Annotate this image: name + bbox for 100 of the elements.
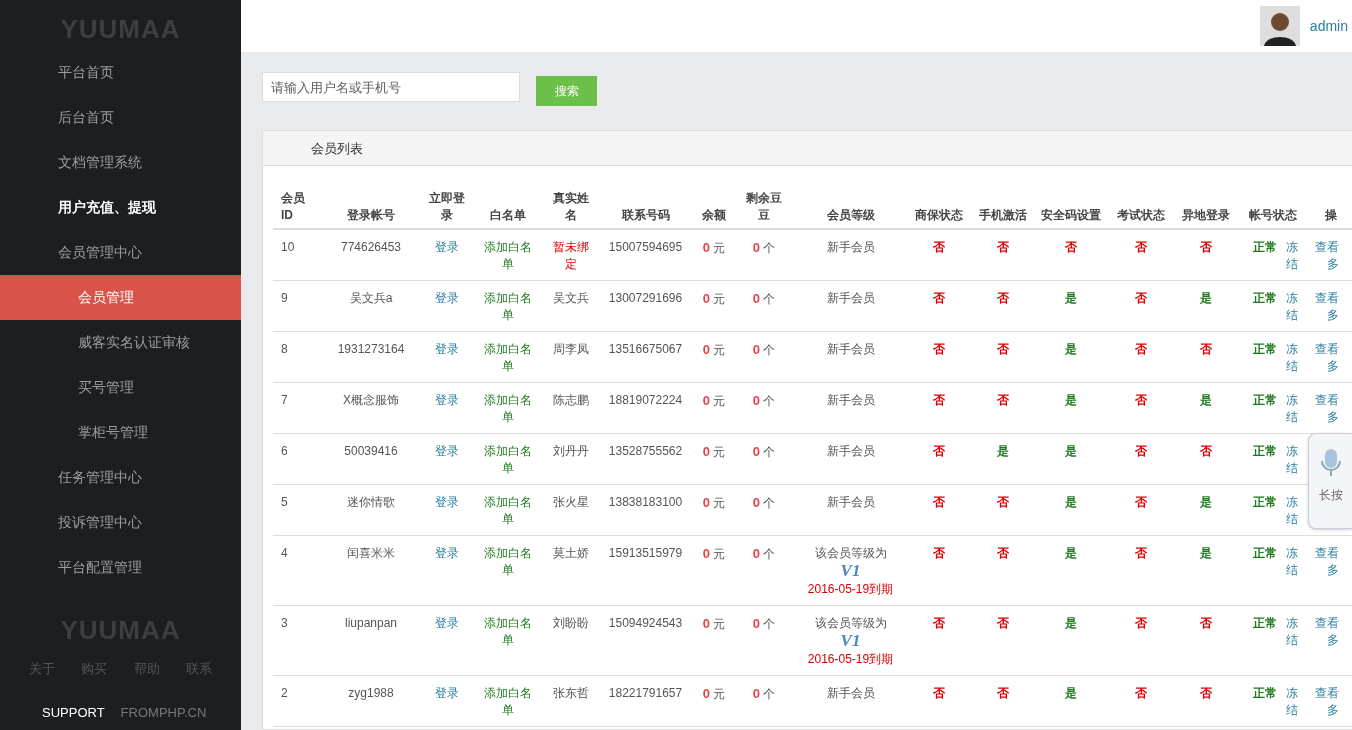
sidebar-item[interactable]: 买号管理	[0, 365, 241, 410]
status-label: 是	[1065, 546, 1077, 560]
freeze-link[interactable]: 冻结	[1286, 443, 1299, 477]
balance-value: 0	[702, 342, 710, 357]
column-header: 会员ID	[281, 191, 305, 222]
whitelist-link[interactable]: 添加白名单	[479, 392, 537, 426]
freeze-link[interactable]: 冻结	[1286, 494, 1299, 528]
table-cell: 吴文兵	[552, 290, 589, 307]
expiry-date: 2016-05-19到期	[806, 651, 895, 668]
view-link[interactable]: 查看	[1315, 290, 1347, 307]
view-link[interactable]: 查看	[1315, 341, 1347, 358]
sidebar-item[interactable]: 平台配置管理	[0, 545, 241, 590]
login-link[interactable]: 登录	[435, 444, 459, 458]
status-label: 否	[933, 444, 945, 458]
login-link[interactable]: 登录	[435, 616, 459, 630]
view-link[interactable]: 查看	[1315, 392, 1347, 409]
freeze-link[interactable]: 冻结	[1286, 341, 1299, 375]
unit-label: 个	[763, 343, 776, 357]
table-cell: 刘丹丹	[552, 443, 589, 460]
status-label: 否	[933, 616, 945, 630]
status-label: 否	[996, 393, 1009, 407]
sidebar-item[interactable]: 会员管理中心	[0, 230, 241, 275]
view-link[interactable]: 多	[1315, 562, 1347, 579]
status-label: 是	[1065, 616, 1077, 630]
view-link[interactable]: 查看	[1315, 239, 1347, 256]
status-label: 是	[1065, 495, 1077, 509]
sidebar-item[interactable]: 威客实名认证审核	[0, 320, 241, 365]
sidebar-item[interactable]: 后台首页	[0, 95, 241, 140]
table-cell: X概念服饰	[343, 393, 399, 407]
table-cell: 10	[281, 240, 295, 254]
status-label: 否	[996, 686, 1009, 700]
whitelist-link[interactable]: 添加白名单	[479, 341, 537, 375]
login-link[interactable]: 登录	[435, 240, 459, 254]
login-link[interactable]: 登录	[435, 686, 459, 700]
sidebar-item[interactable]: 任务管理中心	[0, 455, 241, 500]
voice-widget[interactable]: 长按	[1308, 433, 1352, 529]
freeze-link[interactable]: 冻结	[1286, 615, 1299, 649]
freeze-link[interactable]: 冻结	[1286, 239, 1299, 273]
view-link[interactable]: 查看	[1315, 615, 1347, 632]
column-header: 立即登录	[429, 191, 465, 222]
sidebar-item[interactable]: 会员管理	[0, 275, 241, 320]
table-cell: 5	[281, 495, 288, 509]
unit-label: 个	[763, 241, 776, 255]
freeze-link[interactable]: 冻结	[1286, 290, 1299, 324]
whitelist-link[interactable]: 添加白名单	[479, 685, 537, 719]
view-link[interactable]: 多	[1315, 409, 1347, 426]
sidebar-item[interactable]: 平台首页	[0, 50, 241, 95]
status-label: 否	[1135, 686, 1147, 700]
status-label: 否	[1135, 546, 1147, 560]
microphone-icon	[1319, 448, 1342, 478]
account-status: 正常	[1253, 342, 1277, 356]
user-link[interactable]: admin	[1309, 15, 1348, 37]
column-header: 剩余豆豆	[746, 191, 782, 222]
login-link[interactable]: 登录	[435, 546, 459, 560]
status-label: 否	[996, 342, 1009, 356]
whitelist-link[interactable]: 添加白名单	[479, 290, 537, 324]
freeze-link[interactable]: 冻结	[1286, 545, 1299, 579]
view-link[interactable]: 多	[1315, 702, 1347, 719]
freeze-link[interactable]: 冻结	[1286, 392, 1299, 426]
whitelist-link[interactable]: 添加白名单	[479, 494, 537, 528]
view-link[interactable]: 多	[1315, 307, 1347, 324]
sidebar-item[interactable]: 文档管理系统	[0, 140, 241, 185]
view-link[interactable]: 多	[1315, 256, 1347, 273]
status-label: 是	[1200, 291, 1212, 305]
status-label: 是	[1200, 546, 1212, 560]
freeze-link[interactable]: 冻结	[1286, 685, 1299, 719]
status-label: 否	[933, 393, 945, 407]
status-label: 是	[1200, 495, 1212, 509]
status-label: 否	[1135, 393, 1147, 407]
status-label: 是	[996, 444, 1009, 458]
sidebar-item[interactable]: 投诉管理中心	[0, 500, 241, 545]
view-link[interactable]: 查看	[1315, 685, 1347, 702]
member-level: 新手会员	[826, 686, 875, 700]
status-label: 否	[1135, 240, 1147, 254]
login-link[interactable]: 登录	[435, 393, 459, 407]
view-link[interactable]: 多	[1315, 358, 1347, 375]
site-label: FROMPHP.CN	[120, 703, 207, 722]
search-field[interactable]: 请输入用户名或手机号	[262, 72, 520, 102]
table-cell: 1931273164	[337, 342, 405, 356]
beans-value: 0	[752, 240, 760, 255]
vip-level-label: V1	[840, 632, 861, 649]
status-label: 否	[1135, 291, 1147, 305]
unit-label: 元	[713, 547, 726, 561]
whitelist-link[interactable]: 添加白名单	[479, 545, 537, 579]
login-link[interactable]: 登录	[435, 495, 459, 509]
account-status: 正常	[1253, 686, 1277, 700]
unit-label: 个	[763, 496, 776, 510]
whitelist-link[interactable]: 添加白名单	[479, 615, 537, 649]
view-link[interactable]: 多	[1315, 632, 1347, 649]
unit-label: 元	[713, 292, 726, 306]
view-link[interactable]: 查看	[1315, 545, 1347, 562]
sidebar-item[interactable]: 用户充值、提现	[0, 185, 241, 230]
avatar[interactable]	[1259, 6, 1300, 46]
whitelist-link[interactable]: 添加白名单	[479, 239, 537, 273]
table-cell: 吴文兵a	[349, 291, 393, 305]
whitelist-link[interactable]: 添加白名单	[479, 443, 537, 477]
login-link[interactable]: 登录	[435, 342, 459, 356]
login-link[interactable]: 登录	[435, 291, 459, 305]
table-cell: 15094924543	[608, 616, 683, 630]
sidebar-item[interactable]: 掌柜号管理	[0, 410, 241, 455]
